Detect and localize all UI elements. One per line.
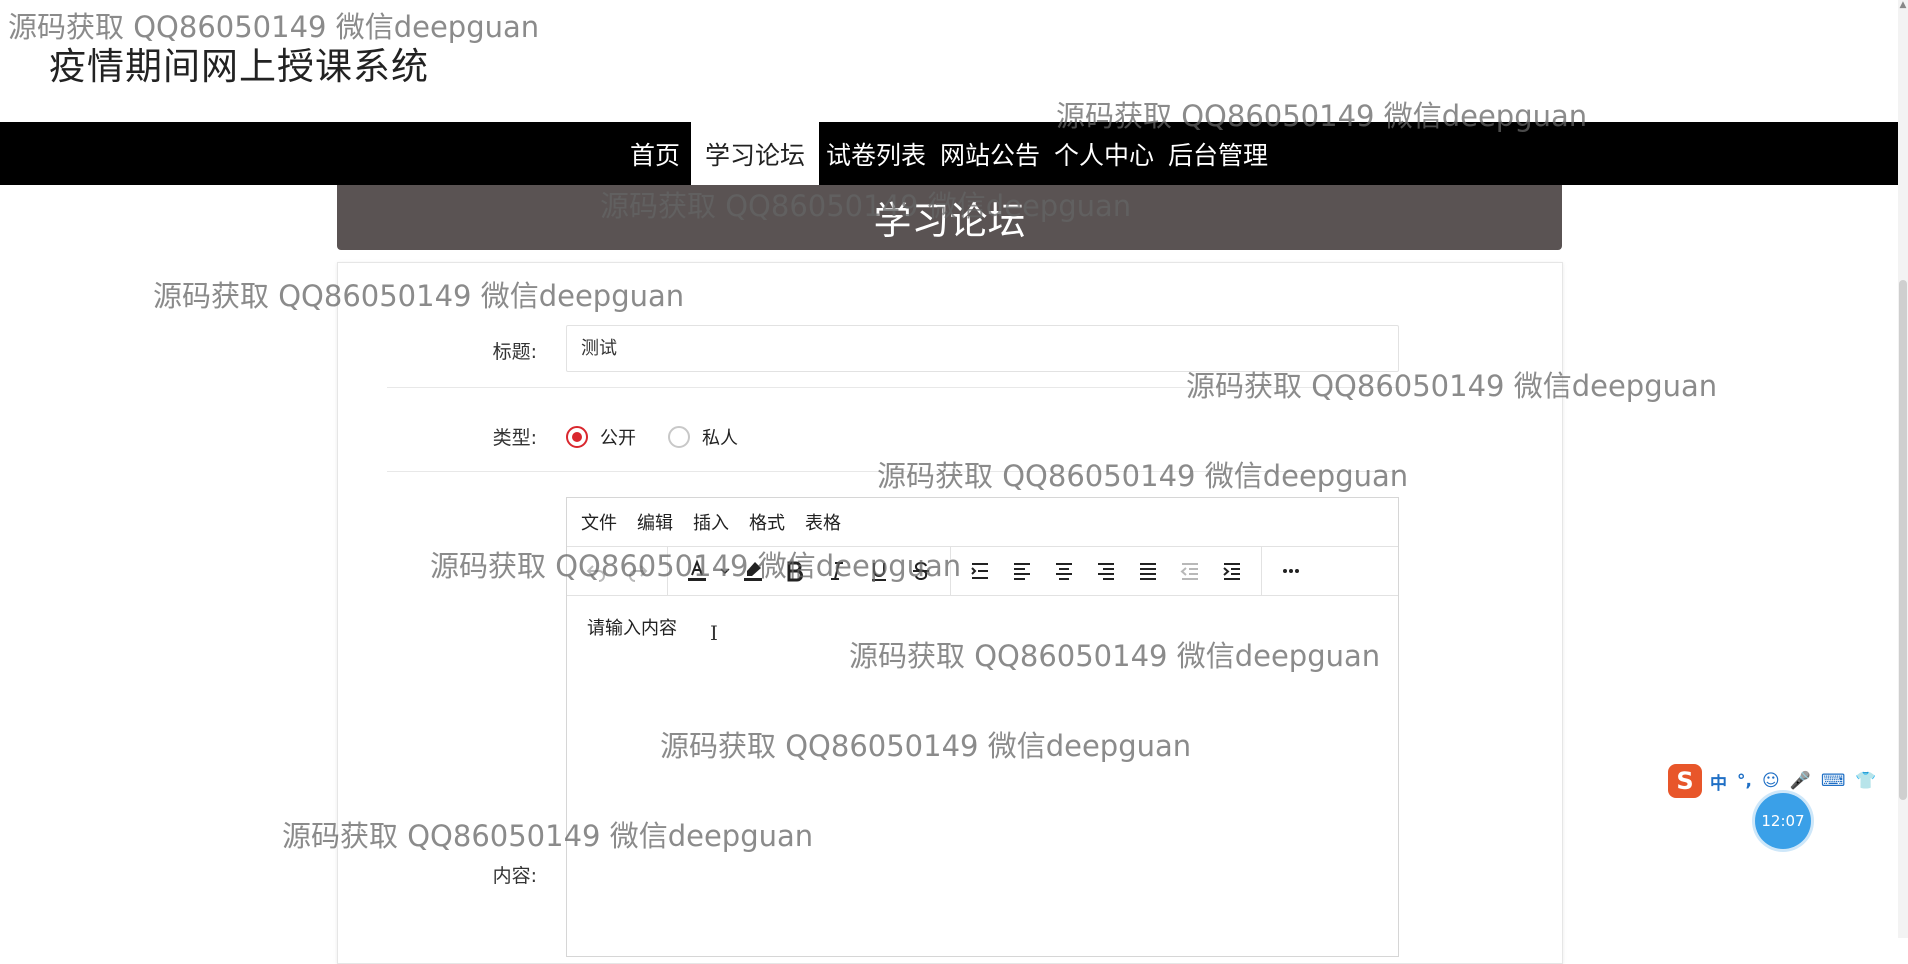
site-title: 疫情期间网上授课系统 bbox=[49, 45, 429, 88]
align-center-icon[interactable] bbox=[1047, 554, 1081, 588]
editor-placeholder: 请输入内容 bbox=[587, 618, 677, 639]
indent-icon[interactable] bbox=[1215, 554, 1249, 588]
page-banner: 学习论坛 bbox=[337, 185, 1562, 250]
type-radio-private[interactable]: 私人 bbox=[668, 424, 738, 450]
undo-icon[interactable] bbox=[579, 554, 613, 588]
align-left-icon[interactable] bbox=[1005, 554, 1039, 588]
radio-unchecked-icon bbox=[668, 426, 690, 448]
text-cursor-icon: I bbox=[710, 621, 718, 645]
page-scrollbar[interactable]: ▲ bbox=[1898, 0, 1908, 938]
scrollbar-thumb[interactable] bbox=[1899, 280, 1907, 800]
chevron-down-icon[interactable] bbox=[718, 554, 732, 588]
nav-item-announcements[interactable]: 网站公告 bbox=[933, 122, 1047, 185]
title-label: 标题: bbox=[492, 341, 537, 363]
menu-edit[interactable]: 编辑 bbox=[637, 509, 673, 535]
history-group bbox=[567, 547, 668, 595]
more-icon[interactable] bbox=[1274, 554, 1308, 588]
italic-icon[interactable] bbox=[820, 554, 854, 588]
outdent-icon[interactable] bbox=[1173, 554, 1207, 588]
divider bbox=[387, 387, 1400, 388]
nav-item-forum[interactable]: 学习论坛 bbox=[690, 122, 819, 185]
radio-label: 公开 bbox=[600, 428, 636, 449]
line-height-icon[interactable] bbox=[963, 554, 997, 588]
align-right-icon[interactable] bbox=[1089, 554, 1123, 588]
nav-item-profile[interactable]: 个人中心 bbox=[1047, 122, 1161, 185]
paragraph-group bbox=[951, 547, 1262, 595]
content-label: 内容: bbox=[492, 865, 537, 887]
font-color-icon[interactable] bbox=[680, 554, 714, 588]
menu-format[interactable]: 格式 bbox=[749, 509, 785, 535]
highlight-icon[interactable] bbox=[736, 554, 770, 588]
nav-item-exams[interactable]: 试卷列表 bbox=[819, 122, 933, 185]
radio-checked-icon bbox=[566, 426, 588, 448]
rich-text-editor: 文件 编辑 插入 格式 表格 请输入内容 I bbox=[566, 497, 1399, 957]
ime-emoji-icon[interactable]: ☺ bbox=[1762, 771, 1780, 791]
ime-keyboard-icon[interactable]: ⌨ bbox=[1821, 771, 1846, 791]
editor-toolbar bbox=[567, 547, 1398, 596]
floating-clock[interactable]: 12:07 bbox=[1755, 793, 1811, 849]
scroll-up-icon[interactable]: ▲ bbox=[1898, 0, 1908, 14]
nav-item-home[interactable]: 首页 bbox=[623, 122, 691, 185]
text-style-group bbox=[668, 547, 951, 595]
menu-file[interactable]: 文件 bbox=[581, 509, 617, 535]
strikethrough-icon[interactable] bbox=[904, 554, 938, 588]
underline-icon[interactable] bbox=[862, 554, 896, 588]
justify-icon[interactable] bbox=[1131, 554, 1165, 588]
ime-voice-icon[interactable]: 🎤 bbox=[1790, 771, 1811, 791]
redo-icon[interactable] bbox=[621, 554, 655, 588]
title-input[interactable]: 测试 bbox=[566, 325, 1399, 372]
more-group bbox=[1262, 547, 1320, 595]
menu-insert[interactable]: 插入 bbox=[693, 509, 729, 535]
menu-table[interactable]: 表格 bbox=[805, 509, 841, 535]
type-label: 类型: bbox=[492, 427, 537, 449]
ime-punctuation-icon[interactable]: °, bbox=[1737, 771, 1752, 791]
ime-skin-icon[interactable]: 👕 bbox=[1855, 771, 1876, 791]
type-radio-public[interactable]: 公开 bbox=[566, 424, 636, 450]
ime-chinese-mode[interactable]: 中 bbox=[1710, 769, 1727, 794]
editor-content-area[interactable]: 请输入内容 I bbox=[567, 596, 1398, 658]
main-nav: 首页 学习论坛 试卷列表 网站公告 个人中心 后台管理 bbox=[0, 122, 1898, 185]
radio-label: 私人 bbox=[702, 428, 738, 449]
bold-icon[interactable] bbox=[778, 554, 812, 588]
nav-item-admin[interactable]: 后台管理 bbox=[1161, 122, 1275, 185]
divider bbox=[387, 471, 1400, 472]
editor-menubar: 文件 编辑 插入 格式 表格 bbox=[567, 498, 1398, 547]
sogou-logo-icon: S bbox=[1668, 764, 1702, 798]
